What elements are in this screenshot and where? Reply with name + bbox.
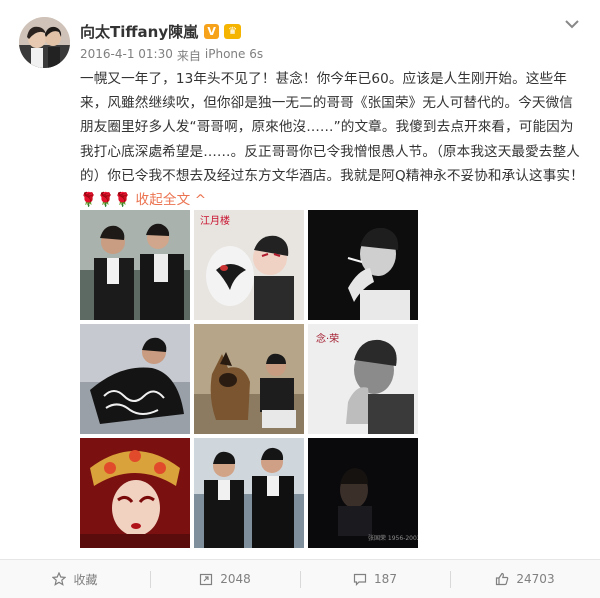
user-name[interactable]: 向太Tiffany陳嵐 [80, 21, 198, 42]
rose-emoji: 🌹🌹🌹 [80, 192, 132, 209]
post-date[interactable]: 2016-4-1 01:30 [80, 47, 173, 64]
thumb-caption: 张国荣 1956-2003 [368, 534, 418, 542]
chevron-down-icon[interactable] [563, 17, 581, 31]
thumb-caption: 江月楼 [200, 214, 230, 227]
repost-icon [200, 573, 213, 586]
caret-up-icon: ^ [194, 192, 207, 209]
action-bar: 收藏 2048 187 24703 [0, 559, 600, 598]
photo-opera-headdress[interactable] [80, 438, 190, 548]
photo-two-men-in-tuxedos[interactable] [80, 210, 190, 320]
favorite-label: 收藏 [73, 572, 98, 587]
verified-icon: V [204, 23, 220, 39]
post-via: 来自 [176, 49, 201, 63]
photo-opera-makeup-portrait[interactable]: 江月楼 [194, 210, 304, 320]
photo-two-men-black-suits[interactable] [194, 438, 304, 548]
like-button[interactable]: 24703 [450, 560, 600, 598]
photo-smoking-portrait-bw[interactable] [308, 210, 418, 320]
star-icon [52, 572, 67, 586]
like-count: 24703 [516, 572, 555, 586]
favorite-button[interactable]: 收藏 [0, 560, 150, 598]
user-name-row: 向太Tiffany陳嵐 V ♛ [80, 20, 242, 42]
comment-count: 187 [374, 572, 397, 586]
member-crown-icon: ♛ [224, 23, 242, 39]
photo-with-german-shepherd[interactable] [194, 324, 304, 434]
post-device: iPhone 6s [204, 47, 264, 61]
weibo-post-card: 向太Tiffany陳嵐 V ♛ 2016-4-1 01:30 来自 iPhone… [0, 0, 600, 598]
photo-stage-costume[interactable] [80, 324, 190, 434]
thumbs-up-icon [496, 572, 509, 586]
thumb-caption: 念·荣 [316, 332, 339, 345]
collapse-label[interactable]: 收起全文 [136, 192, 191, 208]
collapse-full-text-link[interactable]: 收起全文 ^ [136, 192, 207, 208]
photo-dark-portrait[interactable]: 张国荣 1956-2003 [308, 438, 418, 548]
photo-book-cover-hand-on-chin[interactable]: 念·荣 [308, 324, 418, 434]
comment-button[interactable]: 187 [300, 560, 450, 598]
post-meta: 2016-4-1 01:30 来自 iPhone 6s [80, 47, 263, 64]
post-body: 一幌又一年了，13年头不见了！甚念！你今年已60。应该是人生刚开始。这些年来，风… [80, 71, 584, 184]
avatar[interactable] [19, 17, 70, 68]
post-text: 一幌又一年了，13年头不见了！甚念！你今年已60。应该是人生刚开始。这些年来，风… [80, 67, 585, 212]
repost-button[interactable]: 2048 [150, 560, 300, 598]
repost-count: 2048 [220, 572, 251, 586]
image-grid: 江月楼 念·荣 张国荣 1956-2003 [80, 210, 420, 552]
comment-icon [353, 573, 367, 586]
